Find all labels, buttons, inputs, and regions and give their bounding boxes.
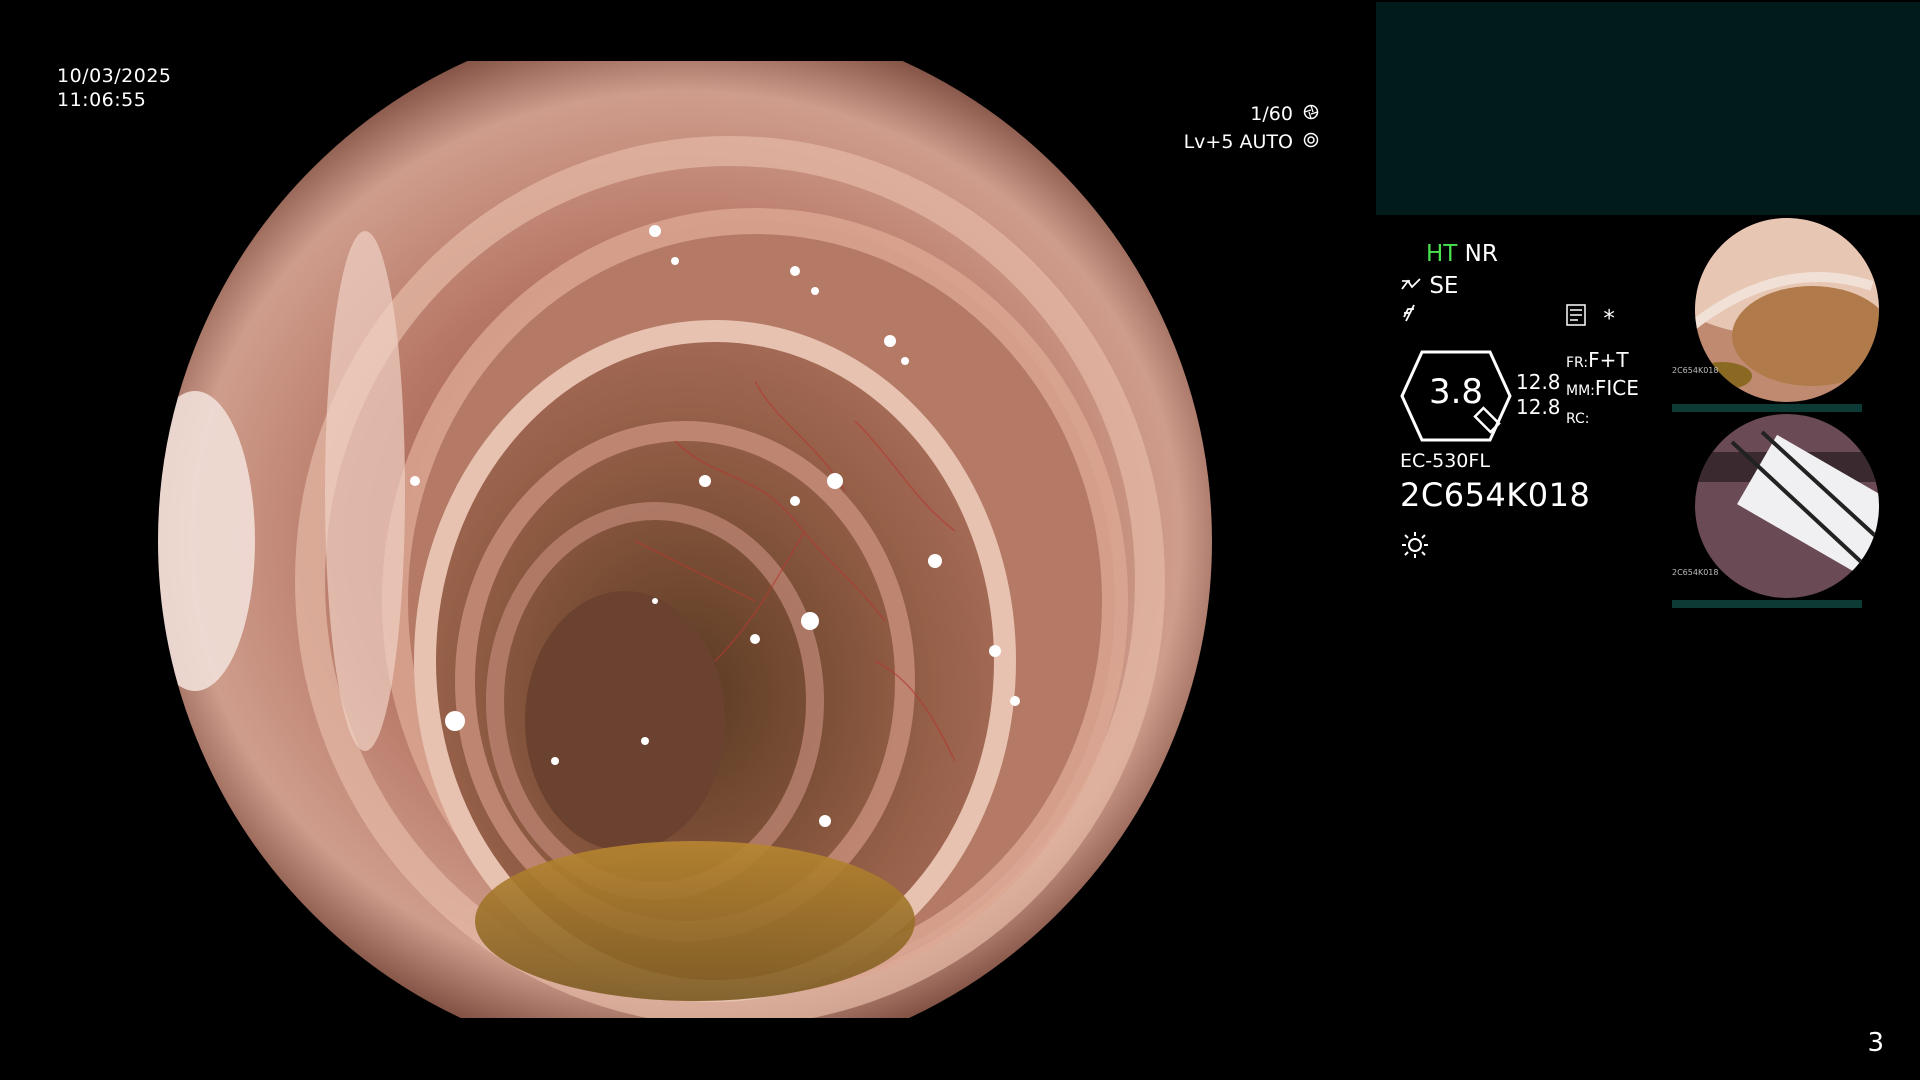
thumbnail-strip: 2C654K018 2C654K018 [1672,216,1912,608]
fr-label: FR: [1566,355,1589,371]
mode-settings: FR:F+T MM:FICE RC: [1566,348,1639,432]
mm-row: MM:FICE [1566,376,1639,404]
zoom-indicator: 3.8 [1400,350,1512,442]
mode-text: AUTO [1239,131,1293,153]
thumb-1-bar [1672,404,1862,412]
asterisk-indicator: * [1603,306,1615,332]
page-number: 3 [1867,1028,1884,1058]
thumbnail-specimen-label[interactable]: 2C654K018 [1672,412,1902,608]
rc-label: RC: [1566,411,1590,427]
status-info: HT NR SE * 3.8 12.8 12.8 FR:F+T MM:FICE … [1400,240,1680,580]
fr-row: FR:F+T [1566,348,1639,376]
value-1: 12.8 [1516,370,1561,394]
mode-row: HT NR [1426,240,1498,268]
thumb-1-label: 2C654K018 [1672,366,1719,375]
filter-icon [1400,303,1420,329]
scope-serial: 2C654K018 [1400,476,1591,514]
iris-icon [1301,128,1319,156]
shutter-text: 1/60 [1250,103,1293,125]
fr-value: F+T [1588,348,1629,372]
mm-label: MM: [1566,383,1595,399]
shutter-icon [1301,100,1319,128]
nr-indicator: NR [1464,241,1498,267]
thumb-2-bar [1672,600,1862,608]
numeric-values: 12.8 12.8 [1516,370,1561,420]
se-row: SE [1400,272,1458,300]
value-2: 12.8 [1516,395,1561,419]
enhancement-icon [1400,273,1429,299]
endoscope-live-view [155,61,1215,1018]
se-indicator: SE [1429,273,1459,299]
brightness-icon [1400,530,1430,564]
thumb-2-label: 2C654K018 [1672,568,1719,577]
rc-row: RC: [1566,404,1639,432]
filter-row [1400,302,1420,330]
reference-panel [1376,2,1920,215]
endoscopy-screen: 10/03/2025 11:06:55 1/60 Lv+5 AUTO HT NR… [0,0,1920,1080]
record-icon [1566,304,1593,332]
zoom-value: 3.8 [1428,372,1484,412]
record-row: * [1566,304,1615,333]
mm-value: FICE [1594,376,1639,400]
scope-model: EC-530FL [1400,450,1490,472]
thumbnail-colon-fold[interactable]: 2C654K018 [1672,216,1902,412]
ht-indicator: HT [1426,241,1458,267]
